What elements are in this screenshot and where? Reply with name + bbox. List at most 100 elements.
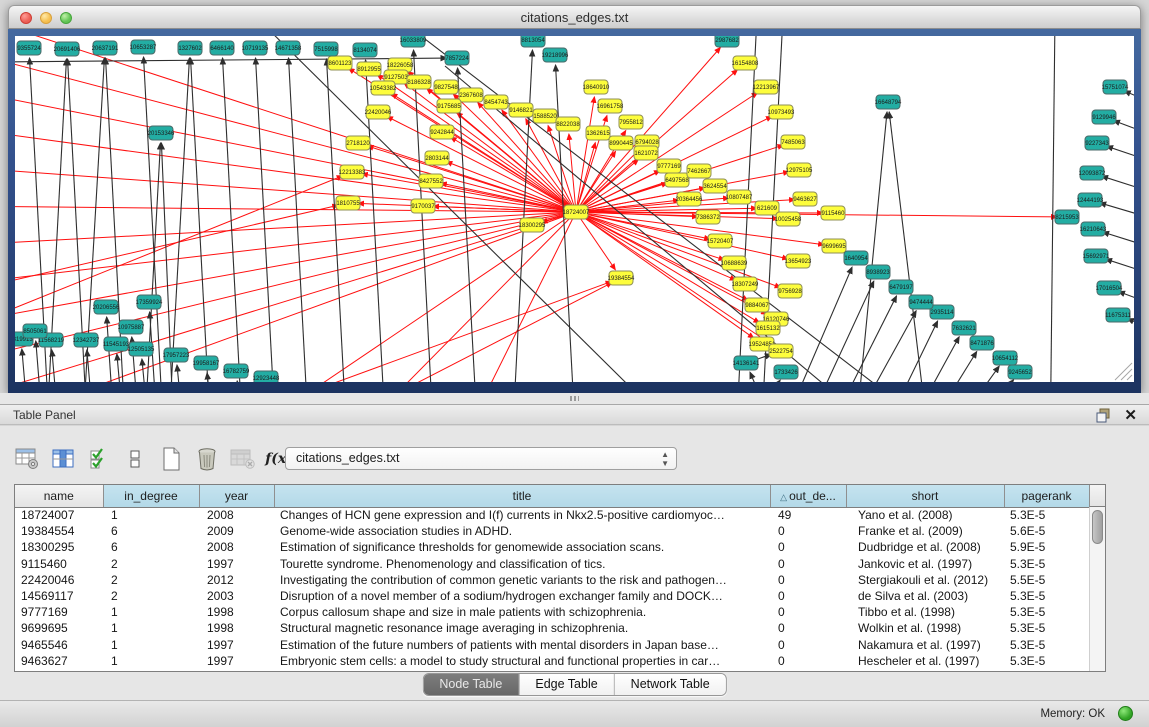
cell-out_de[interactable]: 0: [770, 604, 846, 620]
cell-out_de[interactable]: 0: [770, 637, 846, 653]
graph-node[interactable]: 15751074: [1102, 80, 1129, 94]
cell-year[interactable]: 1998: [199, 620, 274, 636]
cell-title[interactable]: Changes of HCN gene expression and I(f) …: [274, 507, 770, 523]
table-row[interactable]: 1830029562008Estimation of significance …: [15, 539, 1089, 555]
graph-node[interactable]: 11545193: [103, 337, 130, 351]
cell-in_degree[interactable]: 1: [103, 653, 199, 669]
graph-node[interactable]: 12923448: [253, 371, 280, 382]
cell-out_de[interactable]: 0: [770, 556, 846, 572]
table-selector-dropdown[interactable]: citations_edges.txt ▲▼: [285, 447, 677, 470]
graph-node[interactable]: 9129946: [1092, 110, 1116, 124]
panel-divider[interactable]: [0, 393, 1149, 404]
graph-node[interactable]: 10653287: [130, 40, 157, 54]
graph-node[interactable]: 8822038: [556, 117, 580, 131]
cell-name[interactable]: 9463627: [15, 653, 103, 669]
cell-out_de[interactable]: 0: [770, 539, 846, 555]
cell-name[interactable]: 14569117: [15, 588, 103, 604]
cell-short[interactable]: Franke et al. (2009): [846, 523, 1004, 539]
graph-node[interactable]: 17957223: [163, 348, 190, 362]
graph-node[interactable]: 2987682: [715, 36, 739, 47]
cell-title[interactable]: Investigating the contribution of common…: [274, 572, 770, 588]
cell-in_degree[interactable]: 6: [103, 539, 199, 555]
cell-name[interactable]: 19384554: [15, 523, 103, 539]
graph-node[interactable]: 20637191: [92, 41, 119, 55]
new-column-icon[interactable]: [158, 446, 184, 472]
graph-node[interactable]: 9170037: [411, 199, 435, 213]
cell-pagerank[interactable]: 5.5E-5: [1004, 572, 1089, 588]
graph-node[interactable]: 8215953: [1055, 210, 1079, 224]
graph-node[interactable]: 9227343: [1085, 136, 1109, 150]
cell-pagerank[interactable]: 5.6E-5: [1004, 523, 1089, 539]
graph-node[interactable]: 7857224: [445, 51, 469, 65]
cell-title[interactable]: Corpus callosum shape and size in male p…: [274, 604, 770, 620]
table-row[interactable]: 1872400712008Changes of HCN gene express…: [15, 507, 1089, 523]
cell-title[interactable]: Tourette syndrome. Phenomenology and cla…: [274, 556, 770, 572]
table-row[interactable]: 2242004622012Investigating the contribut…: [15, 572, 1089, 588]
graph-node[interactable]: 8990445: [609, 136, 633, 150]
graph-node[interactable]: 8186328: [407, 75, 431, 89]
graph-node[interactable]: 9242844: [430, 125, 454, 139]
graph-node[interactable]: 14136141: [733, 356, 760, 370]
column-header-out_de[interactable]: △out_de...: [770, 485, 846, 507]
cell-in_degree[interactable]: 1: [103, 604, 199, 620]
cell-in_degree[interactable]: 2: [103, 556, 199, 572]
table-row[interactable]: 946362711997Embryonic stem cells: a mode…: [15, 653, 1089, 669]
graph-node[interactable]: 2522754: [769, 344, 793, 358]
delete-column-icon[interactable]: [194, 446, 220, 472]
graph-node[interactable]: 9756928: [778, 284, 802, 298]
graph-node[interactable]: 20364456: [676, 192, 703, 206]
graph-node[interactable]: 11675311: [1105, 308, 1131, 322]
graph-node[interactable]: 9355724: [17, 41, 41, 55]
graph-node[interactable]: 18640910: [583, 80, 610, 94]
graph-node[interactable]: 17016504: [1096, 281, 1123, 295]
graph-node[interactable]: 14671358: [275, 41, 302, 55]
network-canvas[interactable]: 1872400786011238912955182260589127503818…: [15, 36, 1134, 382]
cell-title[interactable]: Estimation of the future numbers of pati…: [274, 637, 770, 653]
close-window-button[interactable]: [20, 12, 32, 24]
cell-short[interactable]: Stergiakouli et al. (2012): [846, 572, 1004, 588]
graph-node[interactable]: 7632621: [952, 321, 976, 335]
graph-node[interactable]: 10543382: [370, 81, 397, 95]
column-header-title[interactable]: title: [274, 485, 770, 507]
cell-name[interactable]: 9465546: [15, 637, 103, 653]
graph-node[interactable]: 7955812: [619, 115, 643, 129]
graph-node[interactable]: 9474444: [909, 295, 933, 309]
cell-in_degree[interactable]: 6: [103, 523, 199, 539]
graph-node[interactable]: 1362615: [586, 126, 610, 140]
graph-node[interactable]: 16782759: [223, 364, 250, 378]
cell-short[interactable]: Wolkin et al. (1998): [846, 620, 1004, 636]
graph-node[interactable]: 9827548: [434, 80, 458, 94]
cell-pagerank[interactable]: 5.9E-5: [1004, 539, 1089, 555]
cell-in_degree[interactable]: 2: [103, 588, 199, 604]
graph-node[interactable]: 10807487: [726, 190, 753, 204]
graph-node[interactable]: 15720407: [707, 234, 734, 248]
cell-in_degree[interactable]: 1: [103, 507, 199, 523]
column-header-short[interactable]: short: [846, 485, 1004, 507]
cell-pagerank[interactable]: 5.3E-5: [1004, 653, 1089, 669]
graph-node[interactable]: 10654112: [992, 351, 1019, 365]
graph-node[interactable]: 8813054: [521, 36, 545, 47]
graph-node[interactable]: 8938923: [866, 265, 890, 279]
graph-node[interactable]: 8134074: [353, 43, 377, 57]
column-header-in_degree[interactable]: in_degree: [103, 485, 199, 507]
graph-node[interactable]: 6497568: [665, 173, 689, 187]
graph-node[interactable]: 19384554: [608, 271, 635, 285]
graph-node[interactable]: 12444193: [1077, 193, 1104, 207]
graph-node[interactable]: 16033809: [400, 36, 427, 47]
cell-name[interactable]: 18300295: [15, 539, 103, 555]
cell-title[interactable]: Disruption of a novel member of a sodium…: [274, 588, 770, 604]
cell-year[interactable]: 2003: [199, 588, 274, 604]
cell-title[interactable]: Estimation of significance thresholds fo…: [274, 539, 770, 555]
graph-node[interactable]: 16154808: [732, 56, 759, 70]
cell-title[interactable]: Embryonic stem cells: a model to study s…: [274, 653, 770, 669]
graph-node[interactable]: 9175685: [437, 99, 461, 113]
cell-year[interactable]: 1997: [199, 637, 274, 653]
window-titlebar[interactable]: citations_edges.txt: [8, 5, 1141, 29]
cell-year[interactable]: 1998: [199, 604, 274, 620]
cell-short[interactable]: Nakamura et al. (1997): [846, 637, 1004, 653]
graph-node[interactable]: 9463627: [793, 192, 817, 206]
graph-node[interactable]: 1327602: [178, 41, 202, 55]
cell-out_de[interactable]: 0: [770, 653, 846, 669]
graph-node[interactable]: 7386372: [696, 210, 720, 224]
column-header-pagerank[interactable]: pagerank: [1004, 485, 1089, 507]
